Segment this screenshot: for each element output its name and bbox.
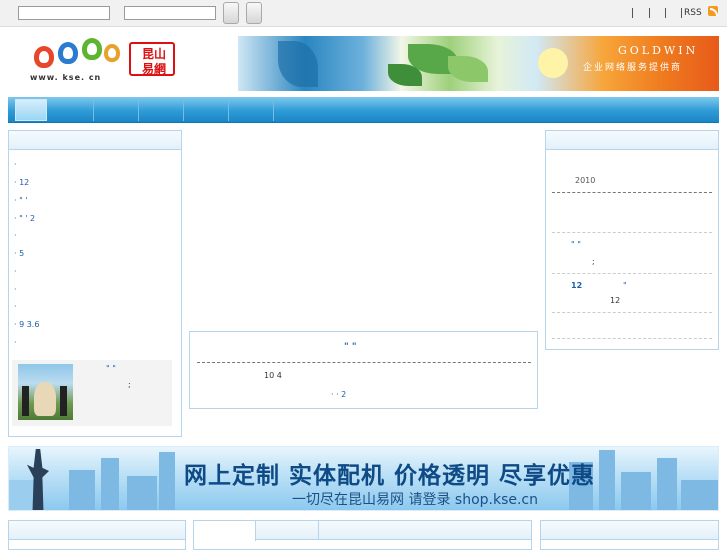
divider	[552, 273, 712, 274]
promo-banner[interactable]: 网上定制 实体配机 价格透明 尽享优惠 一切尽在昆山易网 请登录 shop.ks…	[8, 446, 719, 511]
right-link-bold[interactable]: 12	[571, 281, 582, 290]
right-link[interactable]: " "	[571, 240, 581, 249]
list-item[interactable]: · 12	[14, 178, 29, 187]
username-input[interactable]	[18, 6, 110, 20]
bottom-right-panel	[540, 520, 719, 550]
news-feature-title[interactable]: " "	[106, 364, 116, 373]
separator	[632, 8, 633, 18]
nav-item[interactable]	[94, 99, 139, 121]
login-button[interactable]	[223, 2, 239, 24]
list-item[interactable]: · 9 3.6	[14, 320, 39, 329]
center-box-line: 10 4	[264, 371, 282, 380]
right-text: 12	[610, 296, 621, 305]
list-item[interactable]: ·	[14, 267, 17, 276]
register-button[interactable]	[246, 2, 262, 24]
banner-flower	[538, 48, 568, 78]
skyline-building	[599, 450, 615, 510]
right-text: ;	[592, 257, 595, 266]
list-item[interactable]: ·	[14, 231, 17, 240]
nav-item[interactable]	[229, 99, 274, 121]
panel-header	[541, 521, 718, 540]
divider	[197, 362, 531, 363]
skyline-building	[681, 480, 718, 510]
center-box-title[interactable]: " "	[344, 342, 357, 352]
logo-ring-icon	[82, 38, 102, 60]
divider	[552, 312, 712, 313]
nav-item-home[interactable]	[15, 99, 47, 121]
promo-title: 网上定制 实体配机 价格透明 尽享优惠	[184, 463, 596, 489]
bottom-left-panel	[8, 520, 186, 550]
password-input[interactable]	[124, 6, 216, 20]
nav-item[interactable]	[139, 99, 184, 121]
nav-item[interactable]	[184, 99, 229, 121]
separator	[665, 8, 666, 18]
right-year: 2010	[575, 176, 596, 185]
statue-shape	[34, 382, 56, 416]
banner-brand: GOLDWIN	[618, 44, 699, 57]
list-item[interactable]: · " '	[14, 196, 28, 205]
top-bar: RSS	[0, 0, 727, 27]
rss-link[interactable]: RSS	[684, 8, 702, 18]
separator	[681, 8, 682, 18]
list-item[interactable]: · " ' 2	[14, 214, 35, 223]
skyline-building	[621, 472, 651, 510]
logo-badge: 昆山 易網	[129, 42, 175, 76]
bottom-center-panel	[193, 520, 532, 550]
skyline-building	[69, 470, 95, 510]
logo-ring-icon	[34, 46, 54, 68]
logo-ring-icon	[58, 42, 78, 64]
list-item[interactable]: · 5	[14, 249, 24, 258]
skyline-building	[657, 458, 677, 510]
divider	[552, 232, 712, 233]
news-feature: " " ;	[12, 360, 172, 426]
divider	[552, 338, 712, 339]
banner-leaf	[448, 56, 488, 82]
banner-slogan: 企业网络服务提供商	[583, 63, 683, 73]
banner-leaf	[278, 41, 318, 87]
panel-header	[194, 521, 531, 541]
list-item[interactable]: ·	[14, 160, 17, 169]
list-item[interactable]: ·	[14, 338, 17, 347]
logo-ring-icon	[104, 44, 120, 62]
rss-icon[interactable]	[708, 6, 718, 16]
news-feature-text: ;	[128, 380, 131, 389]
tab[interactable]	[256, 521, 319, 540]
skyline-building	[101, 458, 119, 510]
center-info-box	[189, 331, 538, 409]
center-box-line[interactable]: · · 2	[331, 390, 346, 399]
logo-url: www. kse. cn	[30, 73, 102, 82]
logo-text: 易網	[141, 62, 166, 76]
list-item[interactable]: ·	[14, 302, 17, 311]
list-item[interactable]: ·	[14, 285, 17, 294]
header-banner[interactable]: GOLDWIN 企业网络服务提供商	[238, 36, 719, 91]
skyline-building	[127, 476, 157, 510]
skyline-building	[159, 452, 175, 510]
separator	[649, 8, 650, 18]
main-nav	[8, 97, 719, 123]
site-logo[interactable]: 昆山 易網 www. kse. cn	[28, 36, 178, 92]
tab-active[interactable]	[194, 521, 256, 541]
panel-header	[546, 131, 718, 150]
person-shape	[22, 386, 29, 416]
panel-header	[9, 521, 185, 540]
nav-item[interactable]	[48, 99, 94, 121]
person-shape	[60, 386, 67, 416]
panel-header	[9, 131, 181, 150]
divider	[552, 192, 712, 193]
promo-subtitle: 一切尽在昆山易网 请登录 shop.kse.cn	[292, 492, 539, 508]
news-photo[interactable]	[18, 364, 73, 420]
right-link[interactable]: "	[623, 281, 627, 290]
